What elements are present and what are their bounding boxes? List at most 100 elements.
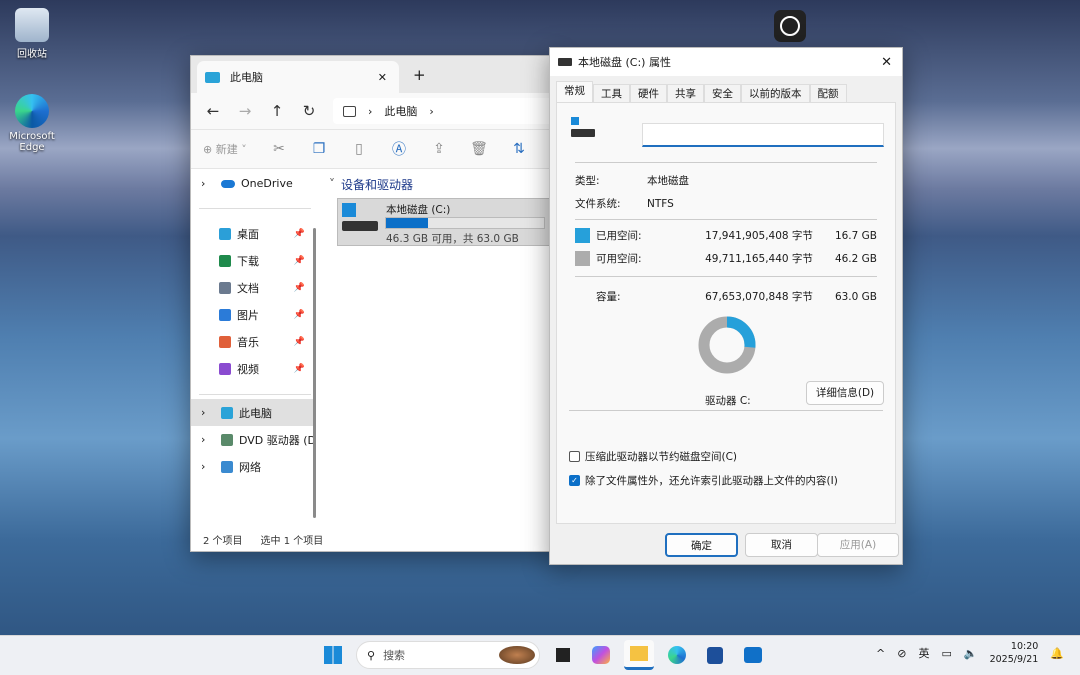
desktop-icon-edge[interactable]: Microsoft Edge <box>1 94 63 153</box>
start-button[interactable] <box>318 640 348 670</box>
chevron-right-icon[interactable]: › <box>201 406 215 419</box>
sidebar-item-dvd[interactable]: › DVD 驱动器 (D <box>191 426 319 453</box>
tab-bar: 此电脑 ✕ + <box>191 56 559 93</box>
tab-this-pc[interactable]: 此电脑 ✕ <box>197 61 399 93</box>
recycle-bin-icon <box>15 8 49 42</box>
notification-bell-icon[interactable]: 🔔 <box>1050 647 1064 660</box>
pin-icon[interactable]: 📌 <box>294 229 305 239</box>
sidebar-item-quick-access[interactable]: 文档 📌 <box>191 274 319 301</box>
chevron-right-icon[interactable]: › <box>429 105 433 118</box>
edge-icon <box>15 94 49 128</box>
copy-icon[interactable]: ❐ <box>299 141 339 157</box>
network-icon[interactable]: ▭ <box>941 647 951 660</box>
breadcrumb-this-pc[interactable]: 此电脑 <box>384 103 417 119</box>
address-bar[interactable]: › 此电脑 › <box>333 98 559 124</box>
sidebar-item-quick-access[interactable]: 视频 📌 <box>191 355 319 382</box>
free-bytes: 49,711,165,440 字节 <box>705 253 813 265</box>
search-icon: ⚲ <box>367 648 376 662</box>
volume-icon[interactable]: 🔈 <box>964 647 978 660</box>
properties-tab[interactable]: 硬件 <box>630 84 667 102</box>
folder-icon <box>219 281 231 294</box>
outlook-icon[interactable] <box>738 640 768 670</box>
compress-checkbox-row[interactable]: 压缩此驱动器以节约磁盘空间(C) <box>569 449 877 464</box>
chevron-right-icon[interactable]: › <box>201 177 215 190</box>
used-color-swatch <box>575 228 590 243</box>
cancel-button[interactable]: 取消 <box>745 533 818 557</box>
show-hidden-icons-chevron[interactable]: ^ <box>876 647 885 660</box>
clock[interactable]: 10:20 2025/9/21 <box>990 640 1039 666</box>
free-size: 46.2 GB <box>834 252 877 265</box>
floating-user-button[interactable] <box>774 10 806 42</box>
rename-icon[interactable]: Ⓐ <box>379 139 419 159</box>
free-space-row: 可用空间: 49,711,165,440 字节 46.2 GB <box>575 251 877 266</box>
capacity-bytes: 67,653,070,848 字节 <box>705 291 813 303</box>
delete-icon[interactable]: 🗑 <box>459 141 499 157</box>
up-button[interactable]: ↑ <box>261 102 293 120</box>
folder-icon <box>219 335 231 348</box>
hard-drive-icon <box>342 221 378 231</box>
sidebar-item-quick-access[interactable]: 下载 📌 <box>191 247 319 274</box>
apply-button[interactable]: 应用(A) <box>817 533 899 557</box>
properties-tab[interactable]: 常规 <box>556 81 593 102</box>
paste-icon[interactable]: ▯ <box>339 141 379 157</box>
back-button[interactable]: ← <box>197 102 229 120</box>
sidebar-scrollbar[interactable] <box>313 228 316 518</box>
onedrive-offline-icon[interactable]: ⊘ <box>897 647 906 660</box>
chevron-right-icon[interactable]: › <box>201 460 215 473</box>
sidebar-item-network[interactable]: › 网络 <box>191 453 319 480</box>
properties-tab[interactable]: 共享 <box>667 84 704 102</box>
selected-count: 选中 1 个项目 <box>260 536 324 547</box>
section-header[interactable]: ˅ 设备和驱动器 <box>329 170 559 198</box>
details-button[interactable]: 详细信息(D) <box>806 381 884 405</box>
pin-icon[interactable]: 📌 <box>294 256 305 266</box>
microsoft-365-copilot-icon[interactable] <box>586 640 616 670</box>
folder-icon <box>219 254 231 267</box>
forward-button[interactable]: → <box>229 102 261 120</box>
sidebar-item-quick-access[interactable]: 图片 📌 <box>191 301 319 328</box>
properties-tab[interactable]: 安全 <box>704 84 741 102</box>
index-checkbox-row[interactable]: ✓ 除了文件属性外，还允许索引此驱动器上文件的内容(I) <box>569 473 877 488</box>
volume-label-input[interactable] <box>642 123 884 147</box>
file-explorer-taskbar-icon[interactable] <box>624 640 654 670</box>
index-checkbox[interactable]: ✓ <box>569 475 580 486</box>
properties-tab[interactable]: 以前的版本 <box>741 84 810 102</box>
pin-icon[interactable]: 📌 <box>294 364 305 374</box>
input-method-indicator[interactable]: 英 <box>918 645 929 661</box>
close-tab-button[interactable]: ✕ <box>378 71 387 84</box>
divider <box>199 394 311 395</box>
desktop-icon-recycle-bin[interactable]: 回收站 <box>2 8 62 60</box>
dvd-drive-icon <box>221 433 233 446</box>
microsoft-store-icon[interactable] <box>700 640 730 670</box>
used-label: 已用空间: <box>596 230 642 242</box>
compress-checkbox[interactable] <box>569 451 580 462</box>
sidebar-item-label: 音乐 <box>237 335 259 349</box>
drive-c-tile[interactable]: 本地磁盘 (C:) 46.3 GB 可用，共 63.0 GB <box>337 198 557 246</box>
sidebar-item-quick-access[interactable]: 桌面 📌 <box>191 220 319 247</box>
ok-button[interactable]: 确定 <box>665 533 738 557</box>
task-view-icon[interactable] <box>548 640 578 670</box>
sort-icon[interactable]: ⇅ <box>499 141 539 157</box>
sidebar-item-onedrive[interactable]: › OneDrive <box>191 170 319 197</box>
pin-icon[interactable]: 📌 <box>294 337 305 347</box>
new-tab-button[interactable]: + <box>413 66 426 84</box>
search-box[interactable]: ⚲ 搜索 <box>356 641 540 669</box>
close-button[interactable]: ✕ <box>881 55 892 70</box>
edge-taskbar-icon[interactable] <box>662 640 692 670</box>
sidebar-item-this-pc[interactable]: › 此电脑 <box>191 399 313 426</box>
chevron-right-icon[interactable]: › <box>201 433 215 446</box>
item-count: 2 个项目 <box>203 536 243 547</box>
time: 10:20 <box>1010 641 1039 652</box>
sidebar-item-quick-access[interactable]: 音乐 📌 <box>191 328 319 355</box>
cut-icon[interactable]: ✂ <box>259 141 299 157</box>
drive-space-text: 46.3 GB 可用，共 63.0 GB <box>386 233 519 245</box>
user-icon <box>780 16 800 36</box>
refresh-button[interactable]: ↻ <box>293 102 325 120</box>
properties-tab[interactable]: 配额 <box>809 84 847 102</box>
file-system-label: 文件系统: <box>575 198 621 210</box>
share-icon[interactable]: ⇪ <box>419 141 459 157</box>
drive-properties-dialog: 本地磁盘 (C:) 属性 ✕ 常规 工具 硬件 共享 安全 以前的版本 配额 类型: 本地磁盘… <box>549 47 903 565</box>
pin-icon[interactable]: 📌 <box>294 310 305 320</box>
properties-tab[interactable]: 工具 <box>593 84 630 102</box>
pin-icon[interactable]: 📌 <box>294 283 305 293</box>
new-button[interactable]: ⊕ 新建 ˅ <box>203 141 259 157</box>
